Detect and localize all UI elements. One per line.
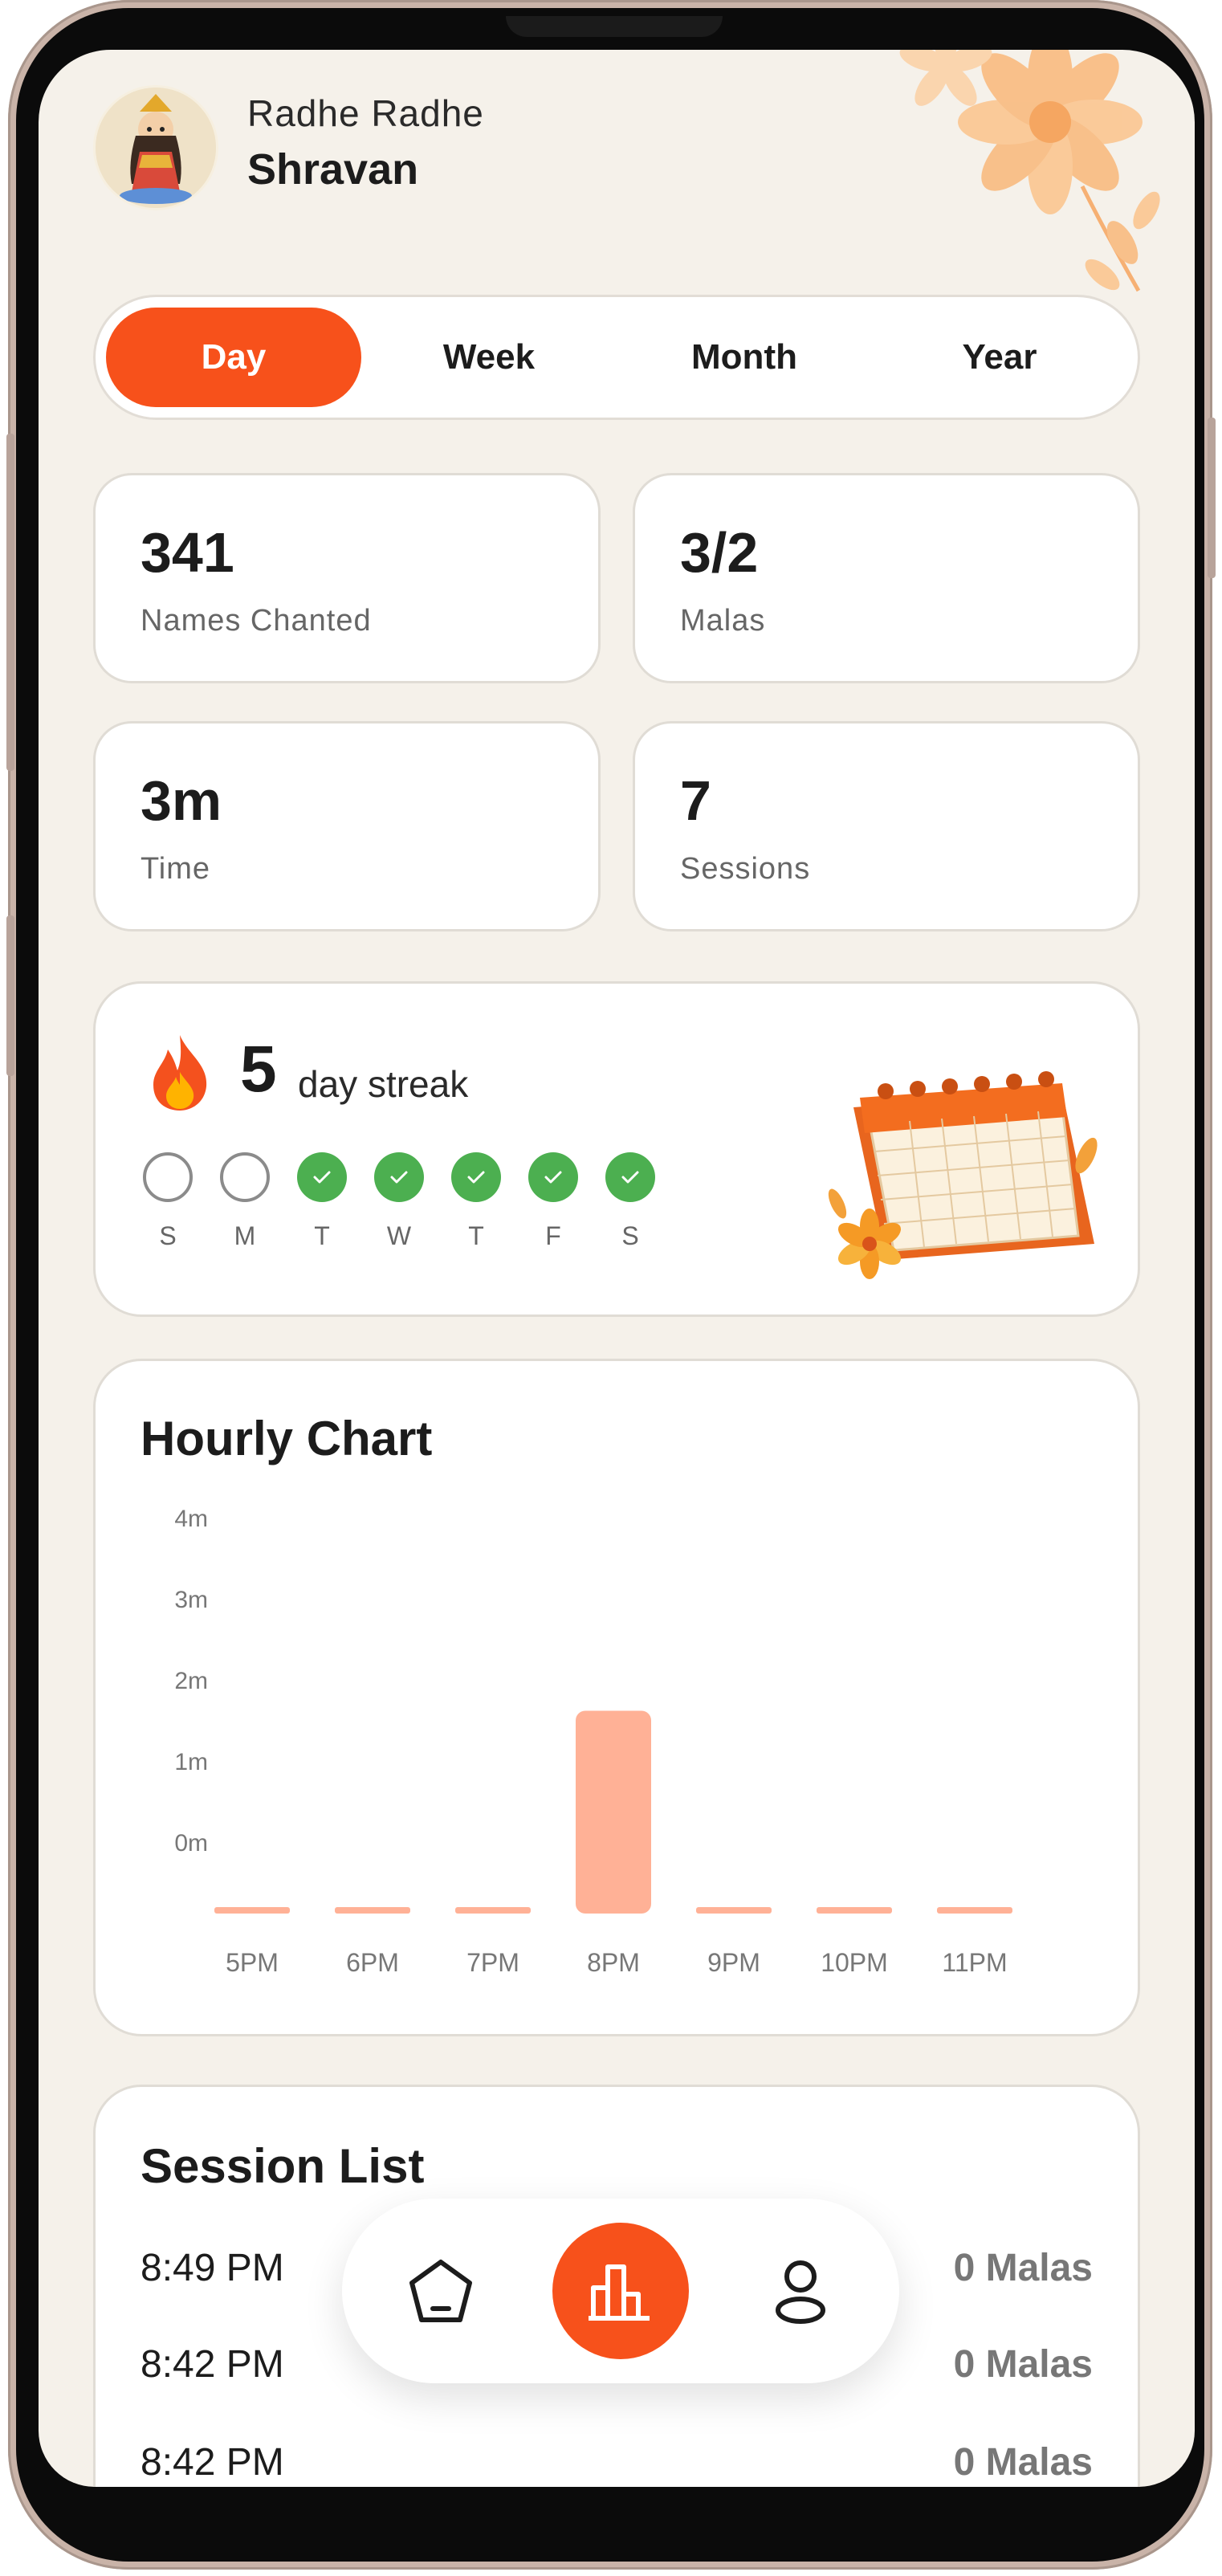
y-tick-label: 2m [174,1668,208,1694]
stat-value: 3/2 [680,521,759,584]
deity-avatar-icon [96,88,216,208]
y-tick-label: 3m [174,1587,208,1613]
day-letter: T [314,1221,330,1250]
app-screen: Radhe Radhe Shravan Day Week Month Year … [39,50,1195,2487]
power-button [1208,418,1216,578]
stat-value: 341 [141,521,234,584]
chart-bar [817,1907,892,1914]
session-time: 8:49 PM [141,2247,284,2289]
day-circle [220,1152,270,1202]
chart-bar [576,1710,651,1914]
day-letter: M [234,1221,256,1250]
y-tick-label: 1m [174,1749,208,1775]
x-tick-label: 9PM [707,1948,760,1977]
stat-card-malas: 3/2 Malas [633,473,1140,683]
y-tick-label: 0m [174,1830,208,1857]
fire-icon [153,1035,207,1111]
nav-stats[interactable] [552,2223,689,2359]
tab-week[interactable]: Week [361,308,617,407]
day-letter: F [545,1221,561,1250]
period-tabs: Day Week Month Year [93,295,1140,420]
session-time: 8:42 PM [141,2441,284,2484]
chart-bar [937,1907,1012,1914]
session-malas: 0 Malas [953,2343,1093,2386]
streak-count: 5 [240,1033,277,1106]
stat-card-sessions: 7 Sessions [633,721,1140,931]
y-tick-label: 4m [174,1506,208,1532]
chart-bar [214,1907,290,1914]
list-item[interactable]: 8:42 PM 0 Malas [141,2440,1093,2487]
day-circle [143,1152,193,1202]
stat-value: 3m [141,769,222,832]
tab-day[interactable]: Day [106,308,361,407]
calendar-illustration-icon [828,1071,1098,1279]
x-tick-label: 7PM [466,1948,519,1977]
nav-home[interactable] [373,2223,509,2359]
x-tick-label: 8PM [587,1948,640,1977]
tab-year[interactable]: Year [872,308,1127,407]
streak-label: day streak [298,1063,469,1105]
username: Shravan [247,145,419,194]
volume-button [6,434,14,771]
avatar[interactable] [93,85,218,210]
stat-label: Time [141,852,211,886]
chart-bar [696,1907,772,1914]
stat-label: Names Chanted [141,604,372,638]
camera-notch [506,16,723,37]
hourly-chart-card: Hourly Chart 0m 1m 2m 3m 4m 5PM 6PM 7PM 8PM 9PM 10… [93,1359,1140,2036]
session-time: 8:42 PM [141,2343,284,2386]
streak-day-fri: F [526,1152,580,1251]
streak-day-thu: T [449,1152,503,1251]
streak-day-mon: M [218,1152,272,1251]
stat-card-names-chanted: 341 Names Chanted [93,473,601,683]
chart-bar [455,1907,531,1914]
streak-day-wed: W [372,1152,426,1251]
check-icon [451,1152,501,1202]
home-icon [409,2260,472,2322]
day-letter: S [159,1221,177,1250]
greeting-text: Radhe Radhe [247,92,484,134]
flower-decoration [899,50,1160,292]
session-malas: 0 Malas [953,2247,1093,2289]
stat-card-time: 3m Time [93,721,601,931]
stat-value: 7 [680,769,711,832]
check-icon [528,1152,578,1202]
side-button [6,915,14,1076]
chart-bar [335,1907,410,1914]
nav-profile[interactable] [732,2223,869,2359]
day-letter: W [386,1221,412,1250]
day-letter: T [468,1221,484,1250]
day-letter: S [621,1221,639,1250]
stat-label: Sessions [680,852,811,886]
phone-frame: Radhe Radhe Shravan Day Week Month Year … [6,0,1216,2570]
x-tick-label: 6PM [346,1948,399,1977]
profile-icon [776,2260,825,2324]
streak-card: 5 day streak S M T W T F S [93,981,1140,1317]
check-icon [297,1152,347,1202]
check-icon [374,1152,424,1202]
hourly-bar-chart: 0m 1m 2m 3m 4m 5PM 6PM 7PM 8PM 9PM 10PM 11PM [174,1506,1012,1977]
streak-day-sat: S [603,1152,658,1251]
stats-chart-icon [589,2264,650,2321]
x-tick-label: 11PM [942,1948,1007,1977]
bottom-nav [342,2199,899,2383]
stat-label: Malas [680,604,766,638]
x-tick-label: 10PM [821,1948,888,1977]
streak-day-sun: S [141,1152,195,1251]
session-list-title: Session List [141,2139,425,2193]
tab-month[interactable]: Month [617,308,872,407]
streak-day-tue: T [295,1152,349,1251]
session-malas: 0 Malas [953,2441,1093,2484]
x-tick-label: 5PM [226,1948,279,1977]
check-icon [605,1152,655,1202]
